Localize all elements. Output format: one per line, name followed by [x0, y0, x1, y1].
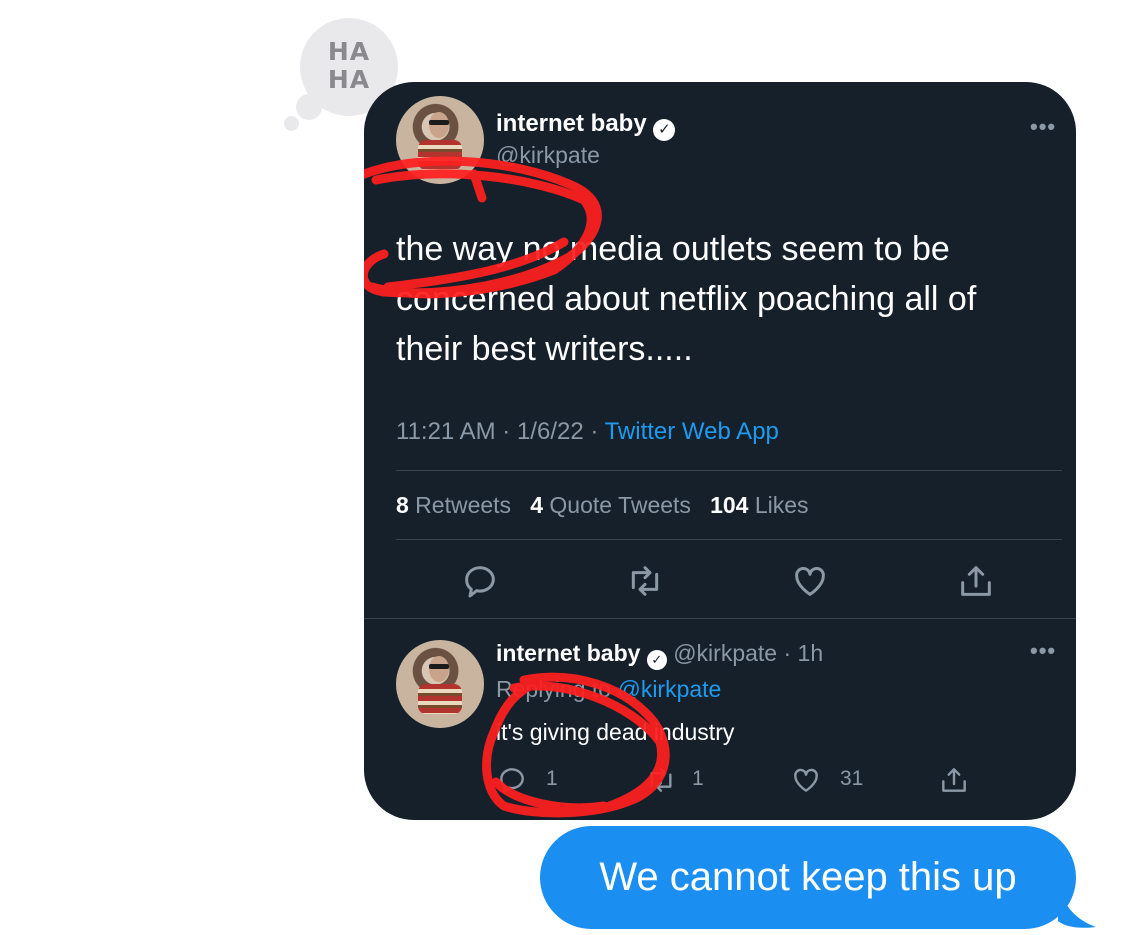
tapback-text-line1: HA	[327, 37, 371, 66]
scribble-circle-top	[364, 156, 602, 299]
tapback-tail-small	[284, 116, 299, 131]
sent-message-text: We cannot keep this up	[599, 855, 1017, 899]
scribble-circle-bottom	[482, 672, 670, 818]
red-scribble-annotations	[364, 156, 670, 818]
tweet-screenshot-card[interactable]: internet baby ✓ @kirkpate ••• the way no…	[364, 82, 1076, 820]
